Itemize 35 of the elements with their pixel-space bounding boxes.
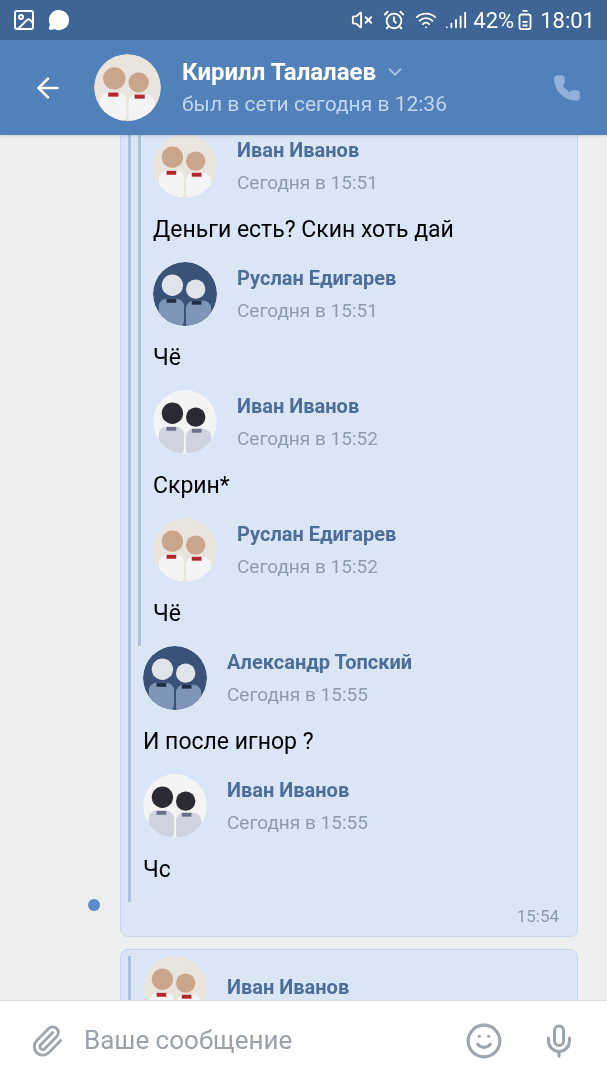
author-name[interactable]: Руслан Едигарев (237, 521, 397, 547)
battery-level: 42% (473, 6, 515, 35)
signal-icon (445, 9, 468, 31)
author-name[interactable]: Иван Иванов (227, 777, 368, 803)
message-text: Чё (153, 342, 181, 373)
author-name[interactable]: Иван Иванов (237, 137, 378, 163)
message-text: Деньги есть? Скин хоть дай (153, 214, 454, 245)
message-time: Сегодня в 15:51 (237, 170, 378, 195)
author-name[interactable]: Иван Иванов (237, 393, 378, 419)
message-time: Сегодня в 15:52 (237, 426, 378, 451)
message-field[interactable]: Ваше сообщение (84, 1021, 465, 1060)
message-bubble[interactable]: Иван Иванов (120, 948, 578, 1000)
message-time: Сегодня в 15:51 (237, 298, 379, 323)
clock: 18:01 (540, 6, 595, 35)
last-seen-status: был в сети сегодня в 12:36 (182, 91, 447, 118)
author-name[interactable]: Руслан Едигарев (237, 265, 397, 291)
message-bubble[interactable] (120, 135, 578, 937)
message-time: Сегодня в 15:52 (237, 554, 379, 579)
message-time: Сегодня в 15:55 (227, 682, 369, 707)
bubble-time: 15:54 (516, 905, 559, 928)
message-text: Чс (143, 854, 171, 885)
alarm-icon (383, 9, 406, 31)
paperclip-icon[interactable] (30, 1023, 64, 1058)
author-name[interactable]: Александр Топский (227, 649, 413, 675)
message-time: Сегодня в 15:55 (227, 810, 368, 835)
contact-name[interactable]: Кирилл Талалаев (182, 57, 377, 88)
image-icon (12, 8, 36, 32)
message-text: И после игнор ? (143, 726, 314, 757)
chat-bubble-icon (48, 9, 70, 31)
message-text: Чё (153, 598, 181, 629)
phone-icon[interactable] (553, 73, 581, 102)
mute-icon (351, 9, 374, 31)
message-text: Скрин* (153, 470, 230, 501)
author-name[interactable]: Иван Иванов (227, 975, 350, 1000)
emoji-icon[interactable] (465, 1021, 503, 1060)
